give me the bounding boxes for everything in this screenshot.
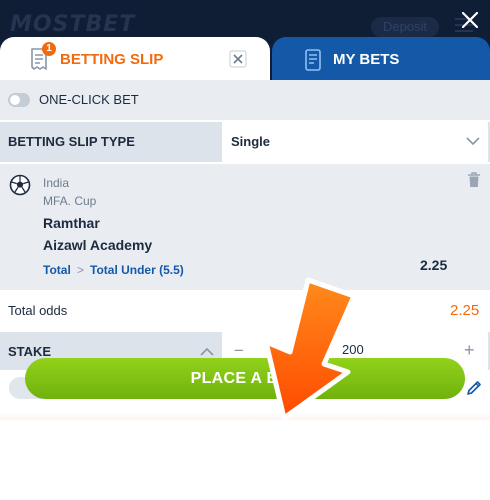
deposit-button: Deposit [371,17,439,37]
tab-betting-slip[interactable]: 1 BETTING SLIP [0,37,270,81]
total-odds-label: Total odds [8,303,68,318]
tab-betting-slip-label: BETTING SLIP [60,51,164,68]
chevron-down-icon [466,137,480,146]
event-league: MFA. Cup [43,194,97,208]
total-odds-value: 2.25 [450,302,480,319]
one-click-toggle[interactable] [8,93,30,107]
event-market: Total [43,263,71,277]
slip-type-value: Single [231,134,271,149]
one-click-bet-row: ONE-CLICK BET [0,80,490,120]
clear-slip-icon[interactable] [229,50,247,68]
tab-my-bets[interactable]: MY BETS [272,37,490,81]
slip-type-select[interactable]: Single [222,122,488,162]
stake-label: STAKE [8,344,52,359]
event-team-home: Ramthar [43,215,100,231]
slip-type-label: BETTING SLIP TYPE [8,134,135,149]
event-team-away: Aizawl Academy [43,237,153,253]
betting-slip-panel: ONE-CLICK BET BETTING SLIP TYPE Single I… [0,80,490,500]
mostbet-logo: MOSTBET [10,12,136,37]
place-bet-area [0,420,490,500]
edit-pencil-icon[interactable] [466,380,482,396]
chevron-up-icon[interactable] [200,347,214,356]
stake-increase-button[interactable]: + [464,340,475,361]
football-icon [9,174,31,196]
trash-icon[interactable] [467,172,481,188]
pointer-arrow-icon [263,277,357,421]
market-separator-icon: > [77,263,85,277]
event-outcome: Total Under (5.5) [90,263,184,277]
slip-count-badge: 1 [42,42,56,56]
tab-my-bets-label: MY BETS [333,51,400,68]
event-card: India MFA. Cup Ramthar Aizawl Academy To… [0,164,490,290]
slip-type-row: BETTING SLIP TYPE Single [0,122,490,162]
close-icon[interactable] [459,9,481,31]
my-bets-icon [305,49,321,71]
event-odd: 2.25 [420,257,448,273]
one-click-label: ONE-CLICK BET [39,92,139,107]
event-country: India [43,176,70,190]
place-bet-button[interactable]: PLACE A BET [25,358,465,399]
total-odds-row: Total odds 2.25 [0,292,490,330]
